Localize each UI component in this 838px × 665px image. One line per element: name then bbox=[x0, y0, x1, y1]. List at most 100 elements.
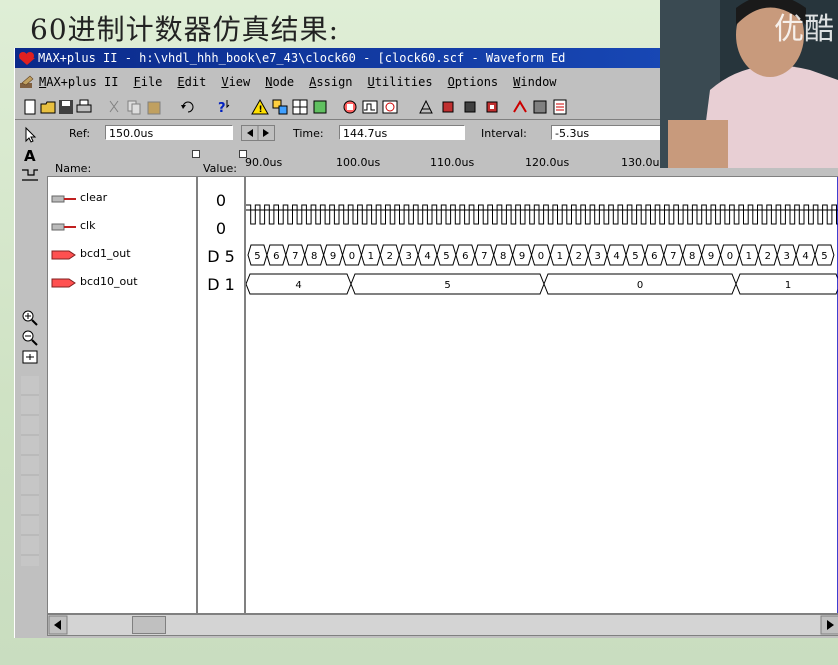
output-pin-icon bbox=[51, 250, 76, 260]
selection-tool-icon[interactable] bbox=[20, 126, 40, 144]
menu-label: indow bbox=[520, 75, 557, 89]
waveform-canvas: 5 6 7 8 9 0 1 2 3 4 5 6 7 8 9 0 1 2 3 4 5 6 7 8 9 0 1 2 3 4 5 4 5 0 1 bbox=[246, 177, 838, 613]
signal-value: 0 bbox=[215, 219, 227, 238]
menu-item[interactable]: File bbox=[133, 70, 162, 94]
waveform-tool-icon[interactable] bbox=[20, 166, 40, 184]
text-tool-icon[interactable]: A bbox=[20, 146, 40, 164]
signal-row-bcd1_out[interactable]: bcd1_out bbox=[48, 241, 196, 269]
menu-item[interactable]: Node bbox=[265, 70, 294, 94]
svg-text:!: ! bbox=[259, 105, 263, 115]
pin-assign-icon[interactable] bbox=[511, 98, 529, 116]
time-label: Time: bbox=[293, 127, 324, 140]
print-icon[interactable] bbox=[75, 98, 93, 116]
compile-icon[interactable] bbox=[341, 98, 359, 116]
zoom-in-icon[interactable] bbox=[20, 308, 40, 326]
output-pin-icon bbox=[51, 278, 76, 288]
window-title: MAX+plus II - h:\vhdl_hhh_book\e7_43\clo… bbox=[38, 51, 566, 65]
device-icon[interactable] bbox=[531, 98, 549, 116]
waveform-display[interactable]: 5 6 7 8 9 0 1 2 3 4 5 6 7 8 9 0 1 2 3 4 5 6 7 8 9 0 1 2 3 4 5 4 5 0 1 bbox=[245, 176, 838, 614]
bcd1-segment-label: 5 bbox=[443, 251, 449, 262]
signal-name: clk bbox=[80, 219, 96, 232]
paste-icon[interactable] bbox=[145, 98, 163, 116]
save-icon[interactable] bbox=[57, 98, 75, 116]
menu-label: ode bbox=[272, 75, 295, 89]
signal-name: bcd10_out bbox=[80, 275, 138, 288]
time-tick-label: 130.0us bbox=[621, 156, 666, 169]
presenter-video-inset: 优酷 bbox=[660, 0, 838, 168]
menu-item[interactable]: Edit bbox=[177, 70, 206, 94]
scroll-left-icon[interactable] bbox=[48, 615, 68, 635]
bcd1-segment-label: 6 bbox=[651, 251, 657, 262]
ref-label: Ref: bbox=[69, 127, 91, 140]
timing-icon[interactable] bbox=[381, 98, 399, 116]
menu-accelerator: O bbox=[447, 75, 455, 89]
new-file-icon[interactable] bbox=[21, 98, 39, 116]
programmer-icon[interactable] bbox=[417, 98, 435, 116]
time-tick-label: 90.0us bbox=[245, 156, 283, 169]
open-file-icon[interactable] bbox=[39, 98, 57, 116]
copy-icon[interactable] bbox=[125, 98, 143, 116]
disabled-tool-buttons bbox=[21, 376, 39, 566]
warning-icon[interactable]: ! bbox=[251, 98, 269, 116]
help-icon[interactable]: ? bbox=[215, 98, 233, 116]
menu-item[interactable]: Options bbox=[448, 70, 499, 94]
undo-icon[interactable] bbox=[179, 98, 197, 116]
chip2-icon[interactable] bbox=[461, 98, 479, 116]
signal-value: D 5 bbox=[207, 247, 235, 266]
bcd1-segment-label: 6 bbox=[462, 251, 468, 262]
signal-name-column: clear clk bcd1_out bcd10_out bbox=[47, 176, 197, 614]
bcd1-segment-label: 6 bbox=[273, 251, 279, 262]
signal-row-clear[interactable]: clear bbox=[48, 185, 196, 213]
bcd1-segment-label: 7 bbox=[292, 251, 298, 262]
menu-item[interactable]: Utilities bbox=[368, 70, 433, 94]
menu-label: ssign bbox=[316, 75, 353, 89]
menu-item[interactable]: MAX+plus II bbox=[39, 70, 118, 94]
bcd1-segment-label: 8 bbox=[689, 251, 695, 262]
hierarchy-icon[interactable] bbox=[271, 98, 289, 116]
report-icon[interactable] bbox=[551, 98, 569, 116]
bcd1-segment-label: 1 bbox=[368, 251, 374, 262]
signal-row-bcd10_out[interactable]: bcd10_out bbox=[48, 269, 196, 297]
signal-row-clk[interactable]: clk bbox=[48, 213, 196, 241]
column-splitter-handle[interactable] bbox=[239, 150, 247, 158]
cut-icon[interactable] bbox=[105, 98, 123, 116]
menu-accelerator: E bbox=[177, 75, 185, 89]
menu-item[interactable]: Assign bbox=[309, 70, 352, 94]
bcd1-segment-label: 2 bbox=[765, 251, 771, 262]
name-column-header: Name: bbox=[55, 162, 92, 175]
bcd1-segment-label: 3 bbox=[594, 251, 600, 262]
fit-window-icon[interactable] bbox=[20, 348, 40, 366]
slide-title: 60进制计数器仿真结果: bbox=[30, 13, 340, 46]
svg-text:?: ? bbox=[218, 101, 226, 116]
signal-value: D 1 bbox=[207, 275, 235, 294]
bcd1-segment-label: 0 bbox=[349, 251, 355, 262]
symbol-icon[interactable] bbox=[311, 98, 329, 116]
ref-field[interactable]: 150.0us bbox=[105, 125, 233, 140]
menu-accelerator: U bbox=[367, 75, 375, 89]
ref-stepper-icon[interactable] bbox=[241, 125, 275, 141]
bcd1-segment-label: 4 bbox=[613, 251, 619, 262]
horizontal-scrollbar[interactable] bbox=[47, 614, 838, 636]
zoom-out-icon[interactable] bbox=[20, 328, 40, 346]
signal-value-column: 0 0 D 5 D 1 bbox=[197, 176, 245, 614]
menu-item[interactable]: Window bbox=[513, 70, 556, 94]
scroll-thumb[interactable] bbox=[132, 616, 166, 634]
column-splitter-handle[interactable] bbox=[192, 150, 200, 158]
simulate-icon[interactable] bbox=[361, 98, 379, 116]
chip3-icon[interactable] bbox=[483, 98, 501, 116]
bcd1-segment-label: 9 bbox=[519, 251, 525, 262]
menu-item[interactable]: View bbox=[221, 70, 250, 94]
bcd10-segment-label: 5 bbox=[444, 280, 450, 291]
bcd1-segment-label: 8 bbox=[311, 251, 317, 262]
app-menu-icon[interactable] bbox=[19, 74, 35, 90]
bcd1-segment-label: 0 bbox=[727, 251, 733, 262]
menu-label: ptions bbox=[454, 75, 499, 89]
floorplan-icon[interactable] bbox=[291, 98, 309, 116]
scroll-right-icon[interactable] bbox=[820, 615, 838, 635]
interval-label: Interval: bbox=[481, 127, 527, 140]
time-tick-label: 110.0us bbox=[430, 156, 475, 169]
bcd10-segment-label: 4 bbox=[295, 280, 301, 291]
bcd1-segment-label: 3 bbox=[783, 251, 789, 262]
bcd1-segment-label: 9 bbox=[330, 251, 336, 262]
chip-icon[interactable] bbox=[439, 98, 457, 116]
